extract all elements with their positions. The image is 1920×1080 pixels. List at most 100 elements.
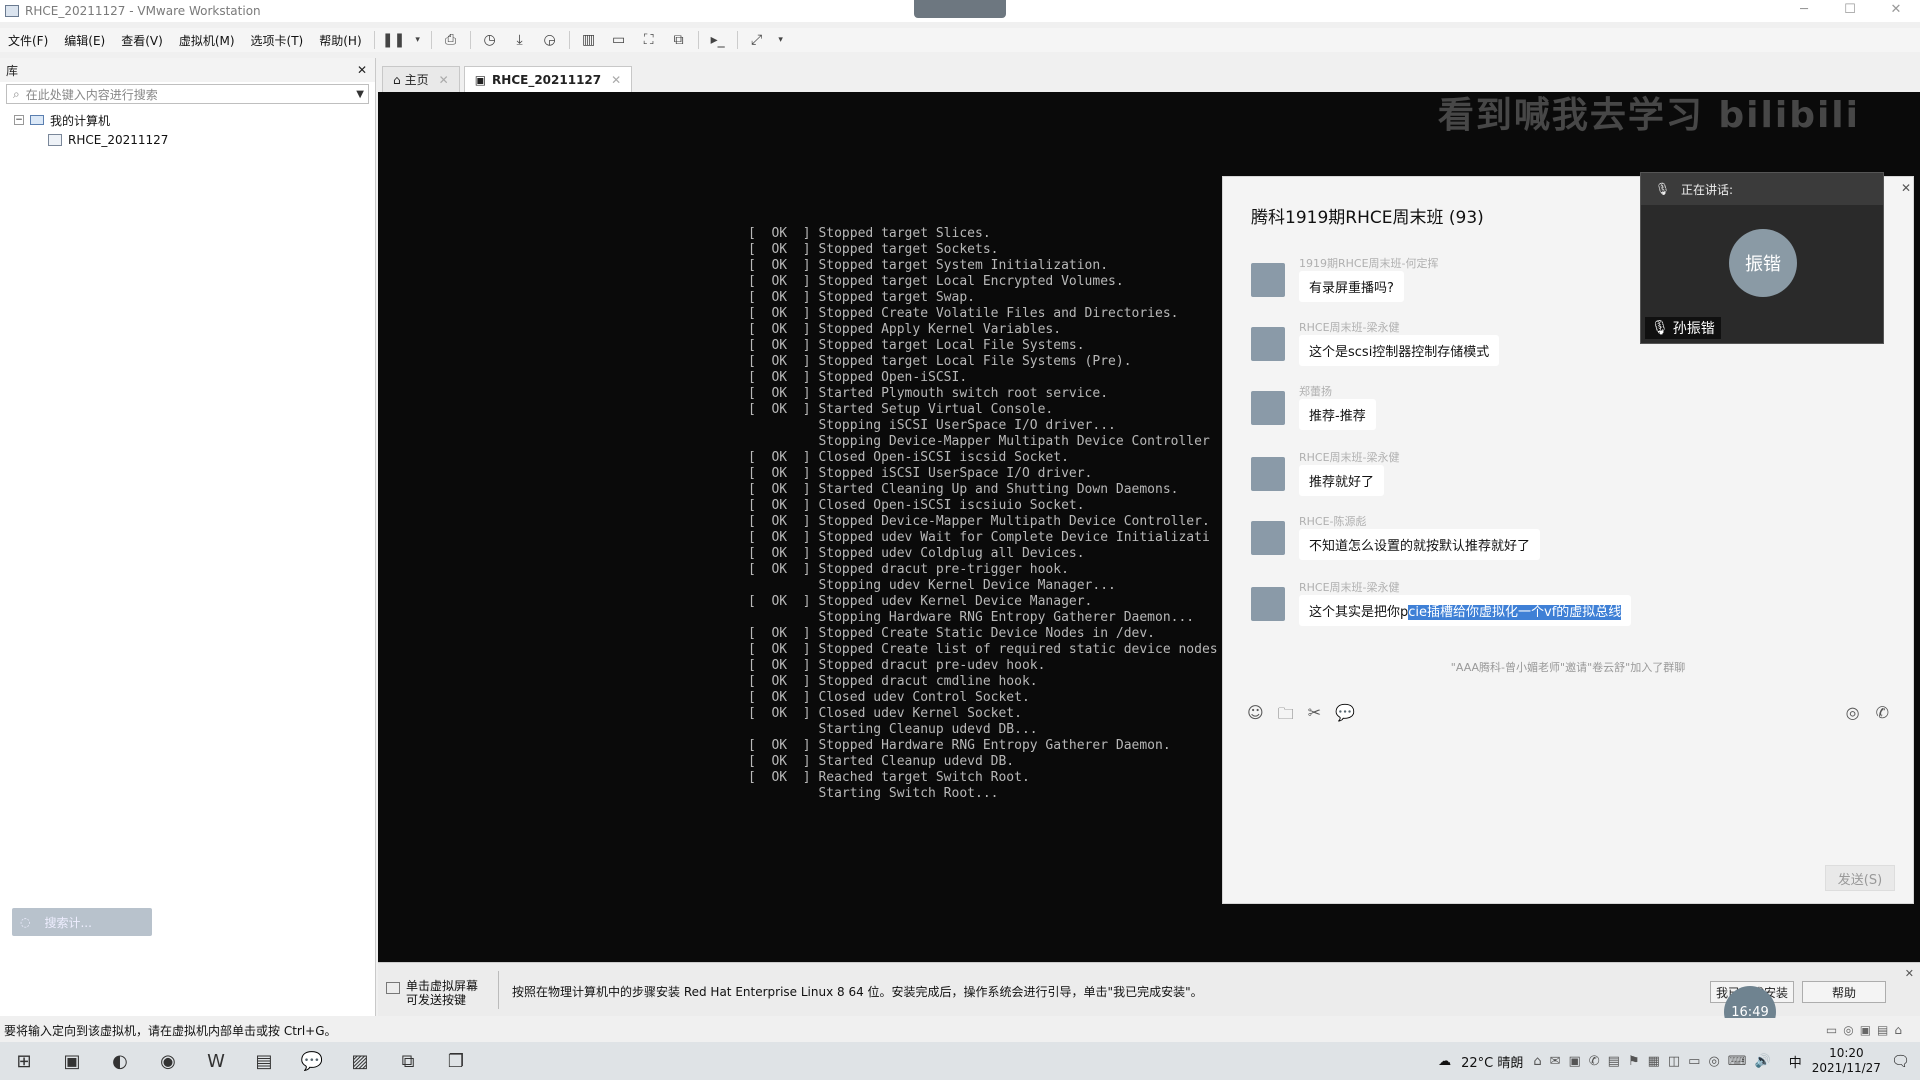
boot-log-line: [ OK ] Stopped target Local File Systems…	[748, 354, 1218, 370]
avatar	[1251, 587, 1285, 621]
clock[interactable]: 10:20 2021/11/27	[1812, 1046, 1881, 1076]
dropdown-arrow-icon[interactable]: ▾	[776, 30, 786, 50]
snapshot-manager-icon[interactable]: ◶	[539, 30, 561, 50]
boot-log-status: [ OK ]	[748, 354, 819, 369]
boot-log-message: Stopped dracut cmdline hook.	[818, 674, 1038, 689]
boot-log-line: [ OK ] Stopped Hardware RNG Entropy Gath…	[748, 738, 1218, 754]
emoji-icon[interactable]: ☺	[1247, 703, 1264, 730]
menu-file[interactable]: 文件(F)	[0, 32, 56, 49]
boot-log-message: Stopped target Sockets.	[818, 242, 999, 257]
computer-icon	[30, 115, 44, 125]
fullscreen-icon[interactable]: ⛶	[638, 30, 660, 50]
ime-indicator[interactable]: 中	[1789, 1052, 1802, 1071]
close-tab-icon[interactable]: ✕	[611, 73, 621, 87]
boot-log-line: [ OK ] Stopped target Swap.	[748, 290, 1218, 306]
search-placeholder: 在此处键入内容进行搜索	[25, 87, 158, 102]
boot-log-status: [ OK ]	[748, 322, 819, 337]
scissors-icon[interactable]: ✂	[1308, 703, 1321, 730]
snapshot-icon[interactable]: ◷	[479, 30, 501, 50]
tab-vm[interactable]: ▣ RHCE_20211127 ✕	[463, 66, 633, 92]
message-sender: RHCE周末班-梁永健	[1299, 451, 1400, 464]
help-button[interactable]: 帮助	[1802, 981, 1886, 1003]
boot-log-status: [ OK ]	[748, 514, 819, 529]
close-icon[interactable]: ✕	[1905, 967, 1914, 980]
weather-text[interactable]: 22°C 晴朗	[1461, 1052, 1523, 1071]
photos-icon[interactable]: ▨	[336, 1042, 384, 1080]
install-hint-bar: 单击虚拟屏幕 可发送按键 按照在物理计算机中的步骤安装 Red Hat Ente…	[378, 962, 1920, 1016]
tab-home[interactable]: ⌂ 主页 ✕	[382, 66, 460, 92]
message-bubble[interactable]: 推荐就好了	[1299, 465, 1385, 496]
console-view-icon[interactable]: ▸_	[707, 30, 729, 50]
pause-icon[interactable]: ❚❚	[382, 30, 405, 50]
device-status-icons[interactable]: ▭◎▣▤⌂	[1826, 1023, 1908, 1037]
menu-edit[interactable]: 编辑(E)	[56, 32, 113, 49]
send-ctrl-alt-del-icon[interactable]: ⎙	[440, 30, 462, 50]
window-switch-icon[interactable]: ❐	[432, 1042, 480, 1080]
close-window-button[interactable]: ✕	[1876, 2, 1916, 18]
wps-icon[interactable]: W	[192, 1042, 240, 1080]
message-bubble[interactable]: 推荐-推荐	[1299, 399, 1376, 430]
collapse-toggle-icon[interactable]: −	[14, 115, 24, 125]
boot-log-status	[748, 722, 818, 737]
menu-tabs[interactable]: 选项卡(T)	[243, 32, 312, 49]
library-bottom-button[interactable]: ◌ 搜索计...	[12, 908, 152, 936]
vmware-icon[interactable]: ⧉	[384, 1042, 432, 1080]
message-bubble[interactable]: 不知道怎么设置的就按默认推荐就好了	[1299, 529, 1541, 560]
file-explorer-icon[interactable]: ▤	[240, 1042, 288, 1080]
home-icon: ⌂	[393, 72, 401, 87]
chrome-icon[interactable]: ◉	[144, 1042, 192, 1080]
boot-log-message: Stopped Device-Mapper Multipath Device C…	[818, 514, 1210, 529]
boot-log-line: [ OK ] Closed udev Kernel Socket.	[748, 706, 1218, 722]
close-icon[interactable]: ✕	[1901, 181, 1911, 195]
boot-log-status: [ OK ]	[748, 402, 819, 417]
boot-log-message: Stopped iSCSI UserSpace I/O driver.	[818, 466, 1093, 481]
minimize-button[interactable]: ─	[1784, 2, 1824, 18]
boot-log-message: Starting Switch Root...	[818, 786, 999, 801]
dropdown-arrow-icon[interactable]: ▾	[413, 30, 423, 50]
boot-log-status: [ OK ]	[748, 546, 819, 561]
edge-browser-icon[interactable]: ◐	[96, 1042, 144, 1080]
tray-icons[interactable]: ⌂✉▣✆▤⚑▦◫▭◎⌨🔊	[1533, 1054, 1778, 1069]
thumbnail-bar-icon[interactable]: ▭	[608, 30, 630, 50]
boot-log-message: Starting Cleanup udevd DB...	[818, 722, 1038, 737]
tree-item-label: 我的计算机	[50, 113, 111, 128]
tree-item-vm[interactable]: RHCE_20211127	[0, 130, 375, 150]
unity-icon[interactable]: ⧉	[668, 30, 690, 50]
tree-item-label: RHCE_20211127	[68, 133, 169, 147]
library-search-input[interactable]: ⌕ 在此处键入内容进行搜索 ▼	[6, 84, 369, 104]
boot-log-line: [ OK ] Stopped target Sockets.	[748, 242, 1218, 258]
show-library-icon[interactable]: ▥	[578, 30, 600, 50]
screen-share-tab[interactable]	[914, 0, 1006, 18]
revert-snapshot-icon[interactable]: ⤓	[509, 30, 531, 50]
menu-vm[interactable]: 虚拟机(M)	[171, 32, 243, 49]
window-title: RHCE_20211127 - VMware Workstation	[25, 4, 261, 18]
send-button[interactable]: 发送(S)	[1825, 865, 1895, 891]
stretch-guest-icon[interactable]: ⤢	[746, 30, 768, 50]
menu-view[interactable]: 查看(V)	[113, 32, 171, 49]
chevron-down-icon[interactable]: ▼	[356, 89, 364, 100]
wechat-icon[interactable]: 💬	[288, 1042, 336, 1080]
app-icon[interactable]: ▣	[48, 1042, 96, 1080]
windows-start-icon[interactable]: ⊞	[0, 1042, 48, 1080]
message-sender: RHCE周末班-梁永健	[1299, 581, 1400, 594]
library-panel: 库 ✕ ⌕ 在此处键入内容进行搜索 ▼ − 我的计算机 RHCE_2021112…	[0, 58, 376, 1016]
close-icon[interactable]: ✕	[357, 63, 367, 77]
message-bubble[interactable]: 有录屏重播吗?	[1299, 271, 1404, 302]
phone-icon[interactable]: ✆	[1876, 703, 1889, 722]
message-bubble[interactable]: 这个是scsi控制器控制存储模式	[1299, 335, 1500, 366]
speaking-header: 🎙 正在讲话:	[1641, 173, 1883, 205]
folder-icon[interactable]: 🗀	[1278, 703, 1294, 730]
boot-log-message: Stopped target System Initialization.	[818, 258, 1109, 273]
tree-item-my-computer[interactable]: − 我的计算机	[0, 110, 375, 130]
boot-log-status: [ OK ]	[748, 386, 819, 401]
maximize-button[interactable]: ☐	[1830, 2, 1870, 18]
notification-icon[interactable]: 🗨	[1891, 1052, 1910, 1070]
camera-icon[interactable]: ◎	[1846, 703, 1860, 722]
avatar	[1251, 327, 1285, 361]
menu-help[interactable]: 帮助(H)	[311, 32, 369, 49]
close-tab-icon[interactable]: ✕	[439, 73, 449, 87]
message-bubble[interactable]: 这个其实是把你pcie插槽给你虚拟化一个vf的虚拟总线	[1299, 595, 1632, 626]
boot-log-message: Stopped Create Static Device Nodes in /d…	[818, 626, 1155, 641]
chat-bubble-icon[interactable]: 💬	[1335, 703, 1355, 730]
avatar	[1251, 263, 1285, 297]
